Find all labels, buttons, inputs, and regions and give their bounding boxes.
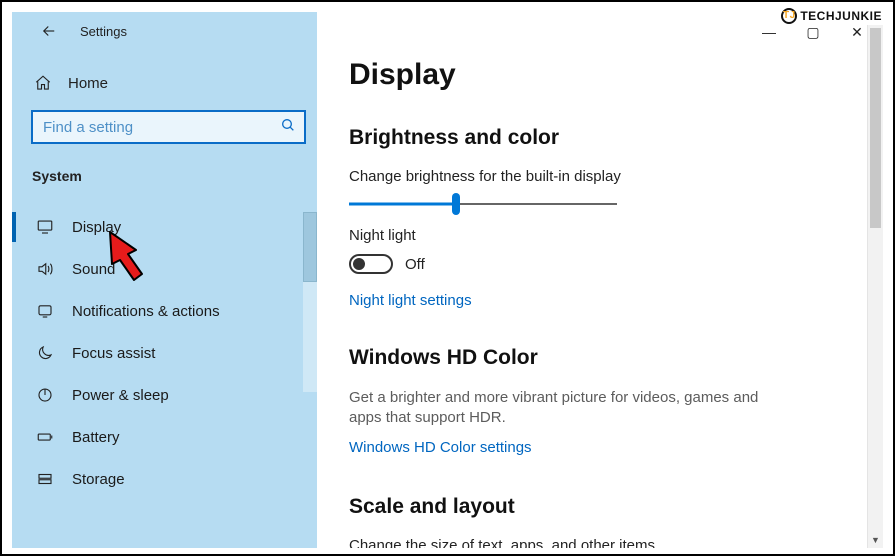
sidebar-item-storage[interactable]: Storage xyxy=(12,458,317,500)
scroll-down-icon[interactable]: ▼ xyxy=(868,532,883,548)
settings-title: Settings xyxy=(80,24,127,39)
search-icon xyxy=(280,117,296,138)
home-label: Home xyxy=(68,75,108,92)
content-scroll: Display Brightness and color Change brig… xyxy=(317,12,883,548)
notifications-icon xyxy=(36,302,54,320)
storage-icon xyxy=(36,470,54,488)
brightness-section-title: Brightness and color xyxy=(349,126,841,150)
sidebar: Settings Home System Display xyxy=(12,12,317,548)
power-icon xyxy=(36,386,54,404)
search-container xyxy=(12,92,317,144)
sidebar-item-label: Storage xyxy=(72,471,125,488)
hdcolor-description: Get a brighter and more vibrant picture … xyxy=(349,388,789,429)
home-icon xyxy=(34,74,52,92)
back-button[interactable] xyxy=(36,18,62,44)
sidebar-item-label: Focus assist xyxy=(72,345,155,362)
scale-section-title: Scale and layout xyxy=(349,495,841,519)
category-label: System xyxy=(12,144,317,194)
sidebar-header: Settings xyxy=(12,12,317,44)
night-light-state: Off xyxy=(405,256,425,273)
brightness-slider-label: Change brightness for the built-in displ… xyxy=(349,168,841,185)
sidebar-item-label: Battery xyxy=(72,429,120,446)
night-light-toggle[interactable] xyxy=(349,254,393,274)
night-light-settings-link[interactable]: Night light settings xyxy=(349,292,472,309)
sidebar-scrollbar[interactable] xyxy=(303,212,317,392)
search-input[interactable] xyxy=(43,119,280,136)
slider-thumb[interactable] xyxy=(452,193,460,215)
moon-icon xyxy=(36,344,54,362)
sidebar-item-display[interactable]: Display xyxy=(12,206,317,248)
sidebar-nav: Display Sound Notifications & actions Fo… xyxy=(12,206,317,542)
sidebar-item-sound[interactable]: Sound xyxy=(12,248,317,290)
scale-section: Scale and layout Change the size of text… xyxy=(349,495,841,549)
battery-icon xyxy=(36,428,54,446)
scale-description: Change the size of text, apps, and other… xyxy=(349,537,841,549)
hdcolor-section: Windows HD Color Get a brighter and more… xyxy=(349,346,841,457)
watermark-badge: TJ TECHJUNKIE xyxy=(778,7,885,25)
search-box[interactable] xyxy=(31,110,306,144)
night-light-label: Night light xyxy=(349,227,841,244)
sidebar-item-label: Notifications & actions xyxy=(72,303,220,320)
sidebar-item-label: Power & sleep xyxy=(72,387,169,404)
home-button[interactable]: Home xyxy=(12,74,317,92)
sidebar-item-power-sleep[interactable]: Power & sleep xyxy=(12,374,317,416)
watermark-text: TECHJUNKIE xyxy=(800,9,882,23)
content-scrollbar[interactable]: ▲ ▼ xyxy=(867,12,883,548)
monitor-icon xyxy=(36,218,54,236)
sidebar-item-notifications[interactable]: Notifications & actions xyxy=(12,290,317,332)
toggle-knob xyxy=(353,258,365,270)
annotation-arrow-icon xyxy=(106,228,162,289)
sidebar-item-focus-assist[interactable]: Focus assist xyxy=(12,332,317,374)
content-area: Display Brightness and color Change brig… xyxy=(317,12,883,548)
brightness-slider[interactable] xyxy=(349,195,617,213)
brightness-section: Brightness and color Change brightness f… xyxy=(349,126,841,310)
speaker-icon xyxy=(36,260,54,278)
night-light-toggle-row: Off xyxy=(349,254,841,274)
content-scrollbar-thumb[interactable] xyxy=(870,28,881,228)
arrow-left-icon xyxy=(40,22,58,40)
sidebar-scrollbar-thumb[interactable] xyxy=(303,212,317,282)
page-title: Display xyxy=(349,58,841,92)
watermark-icon: TJ xyxy=(781,8,797,24)
slider-fill xyxy=(349,203,456,206)
sidebar-item-battery[interactable]: Battery xyxy=(12,416,317,458)
hdcolor-section-title: Windows HD Color xyxy=(349,346,841,370)
hdcolor-settings-link[interactable]: Windows HD Color settings xyxy=(349,439,532,456)
